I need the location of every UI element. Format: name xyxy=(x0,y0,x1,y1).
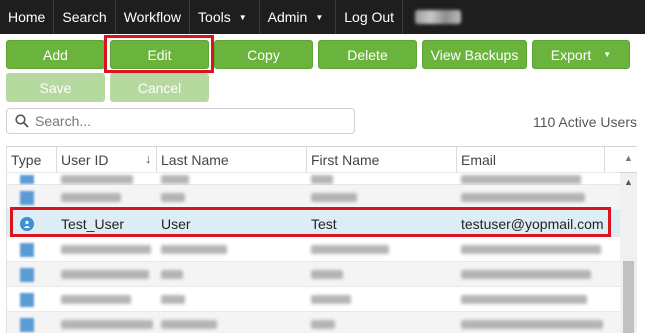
edit-button[interactable]: Edit xyxy=(110,40,209,69)
redacted-cell xyxy=(457,185,605,210)
scroll-up-corner-icon: ▲ xyxy=(624,153,633,163)
table-row[interactable] xyxy=(7,287,620,312)
nav-tools-label: Tools xyxy=(198,9,231,25)
export-button-label: Export xyxy=(550,46,592,63)
users-grid: Type User ID ↓ Last Name First Name Emai… xyxy=(6,146,637,333)
redacted-cell xyxy=(457,287,605,312)
type-cell xyxy=(7,237,57,262)
copy-button-label: Copy xyxy=(247,46,280,63)
user-type-icon xyxy=(20,242,34,257)
redacted-cell xyxy=(57,185,157,210)
top-navbar: Home Search Workflow Tools ▼ Admin ▼ Log O… xyxy=(0,0,645,34)
redacted-cell xyxy=(157,262,307,287)
type-cell xyxy=(7,312,57,333)
user-type-icon xyxy=(20,267,34,282)
type-cell xyxy=(7,173,57,185)
table-row-selected[interactable]: Test_User User Test testuser@yopmail.com xyxy=(7,210,620,237)
table-row[interactable] xyxy=(7,262,620,287)
scroll-up-arrow-icon[interactable]: ▲ xyxy=(624,177,633,187)
caret-down-icon: ▼ xyxy=(315,12,324,22)
redacted-cell xyxy=(57,262,157,287)
add-button[interactable]: Add xyxy=(6,40,105,69)
redacted-cell xyxy=(307,312,457,333)
type-cell xyxy=(7,287,57,312)
nav-tools-dropdown[interactable]: Tools ▼ xyxy=(190,0,260,34)
person-icon xyxy=(24,220,30,228)
user-type-icon xyxy=(20,317,34,332)
user-type-icon xyxy=(20,292,34,307)
user-type-icon xyxy=(20,190,34,205)
redacted-cell xyxy=(157,237,307,262)
nav-workflow-label: Workflow xyxy=(123,9,182,25)
delete-button-label: Delete xyxy=(347,46,388,63)
redacted-cell xyxy=(57,312,157,333)
nav-home[interactable]: Home xyxy=(0,0,55,34)
table-row[interactable] xyxy=(7,161,620,173)
copy-button[interactable]: Copy xyxy=(214,40,313,69)
table-row[interactable] xyxy=(7,312,620,333)
cancel-button[interactable]: Cancel xyxy=(110,73,209,102)
export-dropdown-button[interactable]: Export ▼ xyxy=(532,40,630,69)
delete-button[interactable]: Delete xyxy=(318,40,417,69)
table-row[interactable] xyxy=(7,237,620,262)
table-row[interactable] xyxy=(7,173,620,185)
nav-logout-label: Log Out xyxy=(344,9,395,25)
redacted-cell xyxy=(57,287,157,312)
email-cell: testuser@yopmail.com xyxy=(461,215,604,232)
type-cell xyxy=(7,210,57,237)
redacted-cell xyxy=(307,287,457,312)
caret-down-icon: ▼ xyxy=(603,50,612,59)
redacted-cell xyxy=(307,262,457,287)
cancel-button-label: Cancel xyxy=(137,79,182,96)
nav-admin-label: Admin xyxy=(267,9,308,25)
vertical-scrollbar[interactable]: ▲ xyxy=(620,173,637,333)
table-row[interactable] xyxy=(7,185,620,210)
user-type-icon xyxy=(20,174,34,184)
redacted-cell xyxy=(57,173,157,185)
caret-down-icon: ▼ xyxy=(238,12,247,22)
last-name-cell: User xyxy=(161,215,191,232)
redacted-cell xyxy=(57,237,157,262)
user-id-cell: Test_User xyxy=(61,215,125,232)
search-box[interactable] xyxy=(6,108,355,134)
add-button-label: Add xyxy=(43,46,68,63)
first-name-cell: Test xyxy=(311,215,337,232)
redacted-cell xyxy=(157,312,307,333)
user-icon xyxy=(20,216,34,231)
redacted-cell xyxy=(457,173,605,185)
nav-search[interactable]: Search xyxy=(54,0,116,34)
nav-home-label: Home xyxy=(8,9,46,25)
redacted-cell xyxy=(307,237,457,262)
redacted-cell xyxy=(307,173,457,185)
nav-username-redacted xyxy=(403,0,473,34)
active-users-count: 110 Active Users xyxy=(532,114,637,130)
type-cell xyxy=(7,185,57,210)
redacted-cell xyxy=(307,185,457,210)
nav-admin-dropdown[interactable]: Admin ▼ xyxy=(260,0,337,34)
nav-workflow[interactable]: Workflow xyxy=(116,0,191,34)
redacted-cell xyxy=(157,185,307,210)
search-icon xyxy=(15,114,29,128)
edit-button-label: Edit xyxy=(147,46,172,63)
nav-logout[interactable]: Log Out xyxy=(336,0,404,34)
redacted-cell xyxy=(157,173,307,185)
save-button[interactable]: Save xyxy=(6,73,105,102)
redacted-username xyxy=(415,10,462,24)
scrollbar-thumb[interactable] xyxy=(623,261,634,333)
type-cell xyxy=(7,262,57,287)
redacted-cell xyxy=(457,312,605,333)
nav-search-label: Search xyxy=(62,9,107,25)
redacted-cell xyxy=(457,262,605,287)
redacted-cell xyxy=(457,237,605,262)
redacted-cell xyxy=(157,287,307,312)
view-backups-button[interactable]: View Backups xyxy=(422,40,527,69)
search-input[interactable] xyxy=(35,113,335,129)
save-button-label: Save xyxy=(39,79,72,96)
view-backups-button-label: View Backups xyxy=(430,46,519,63)
